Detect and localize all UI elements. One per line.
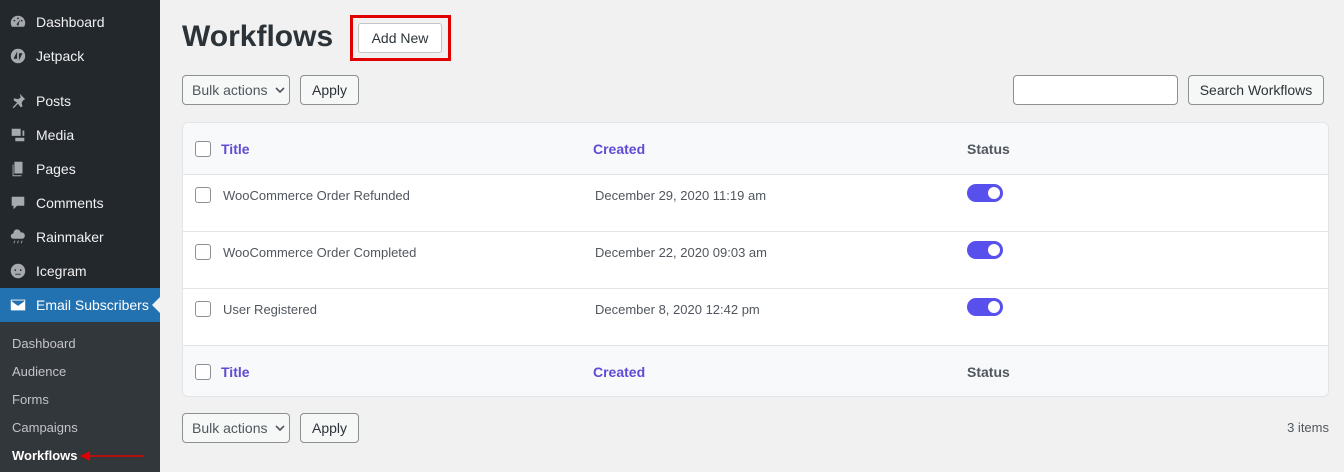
column-footer-status: Status: [967, 364, 1010, 380]
workflow-title[interactable]: WooCommerce Order Completed: [223, 245, 416, 260]
toggle-knob: [988, 244, 1000, 256]
submenu-item-workflows[interactable]: Workflows: [12, 448, 78, 463]
pin-icon: [0, 92, 36, 110]
workflow-created: December 22, 2020 09:03 am: [595, 245, 767, 260]
submenu-item-forms[interactable]: Forms: [12, 392, 49, 407]
annotation-arrow-icon: [80, 451, 144, 461]
workflow-created: December 8, 2020 12:42 pm: [595, 302, 760, 317]
envelope-icon: [0, 296, 36, 314]
comment-icon: [0, 194, 36, 212]
table-row: User Registered December 8, 2020 12:42 p…: [183, 289, 1328, 346]
submenu-item-campaigns[interactable]: Campaigns: [12, 420, 78, 435]
cloud-icon: [0, 228, 36, 246]
apply-button-bottom[interactable]: Apply: [300, 413, 359, 443]
items-count: 3 items: [1287, 420, 1329, 435]
admin-sidebar: Dashboard Jetpack Posts Media Pages Comm…: [0, 0, 160, 472]
bulk-actions-label: Bulk actions: [192, 82, 268, 98]
sidebar-item-media[interactable]: Media: [0, 118, 160, 152]
main-content: Workflows Add New Bulk actions Apply Sea…: [160, 0, 1344, 472]
sidebar-item-label: Icegram: [36, 263, 87, 279]
toggle-knob: [988, 301, 1000, 313]
row-checkbox[interactable]: [195, 244, 211, 260]
sidebar-item-label: Email Subscribers: [36, 297, 149, 313]
bulk-actions-select[interactable]: Bulk actions: [182, 75, 290, 105]
column-header-status: Status: [967, 141, 1010, 157]
media-icon: [0, 126, 36, 144]
column-header-created[interactable]: Created: [593, 141, 645, 157]
chevron-down-icon: [275, 87, 286, 94]
sidebar-item-comments[interactable]: Comments: [0, 186, 160, 220]
search-input[interactable]: [1013, 75, 1178, 105]
icegram-icon: [0, 262, 36, 280]
sidebar-item-email-subscribers[interactable]: Email Subscribers: [0, 288, 160, 322]
sidebar-item-jetpack[interactable]: Jetpack: [0, 39, 160, 73]
dashboard-icon: [0, 13, 36, 31]
status-toggle[interactable]: [967, 184, 1003, 202]
sidebar-item-posts[interactable]: Posts: [0, 84, 160, 118]
sidebar-item-label: Media: [36, 127, 75, 143]
status-toggle[interactable]: [967, 241, 1003, 259]
column-footer-created[interactable]: Created: [593, 364, 645, 380]
sidebar-item-dashboard[interactable]: Dashboard: [0, 5, 160, 39]
sidebar-item-icegram[interactable]: Icegram: [0, 254, 160, 288]
workflow-title[interactable]: WooCommerce Order Refunded: [223, 188, 410, 203]
sidebar-item-label: Dashboard: [36, 14, 105, 30]
table-header: Title Created Status: [183, 123, 1328, 175]
sidebar-item-rainmaker[interactable]: Rainmaker: [0, 220, 160, 254]
sidebar-item-pages[interactable]: Pages: [0, 152, 160, 186]
bulk-actions-select-bottom[interactable]: Bulk actions: [182, 413, 290, 443]
workflow-created: December 29, 2020 11:19 am: [595, 188, 767, 203]
page-title: Workflows: [182, 20, 334, 53]
toggle-knob: [988, 187, 1000, 199]
sidebar-item-label: Rainmaker: [36, 229, 104, 245]
column-header-title[interactable]: Title: [221, 141, 250, 157]
workflow-title[interactable]: User Registered: [223, 302, 317, 317]
table-row: WooCommerce Order Refunded December 29, …: [183, 175, 1328, 232]
submenu-item-dashboard[interactable]: Dashboard: [12, 336, 76, 351]
sidebar-item-label: Jetpack: [36, 48, 85, 64]
apply-button[interactable]: Apply: [300, 75, 359, 105]
jetpack-icon: [0, 47, 36, 65]
table-row: WooCommerce Order Completed December 22,…: [183, 232, 1328, 289]
sidebar-item-label: Pages: [36, 161, 76, 177]
pages-icon: [0, 160, 36, 178]
sidebar-item-label: Posts: [36, 93, 72, 109]
chevron-down-icon: [275, 425, 286, 432]
status-toggle[interactable]: [967, 298, 1003, 316]
submenu-item-audience[interactable]: Audience: [12, 364, 66, 379]
search-workflows-button[interactable]: Search Workflows: [1188, 75, 1324, 105]
table-footer: Title Created Status: [183, 345, 1328, 396]
row-checkbox[interactable]: [195, 301, 211, 317]
column-footer-title[interactable]: Title: [221, 364, 250, 380]
add-new-button[interactable]: Add New: [358, 23, 442, 53]
row-checkbox[interactable]: [195, 187, 211, 203]
bulk-actions-label: Bulk actions: [192, 420, 268, 436]
select-all-checkbox[interactable]: [195, 141, 211, 157]
select-all-checkbox-bottom[interactable]: [195, 364, 211, 380]
sidebar-item-label: Comments: [36, 195, 104, 211]
workflows-table: Title Created Status WooCommerce Order R…: [182, 122, 1329, 397]
